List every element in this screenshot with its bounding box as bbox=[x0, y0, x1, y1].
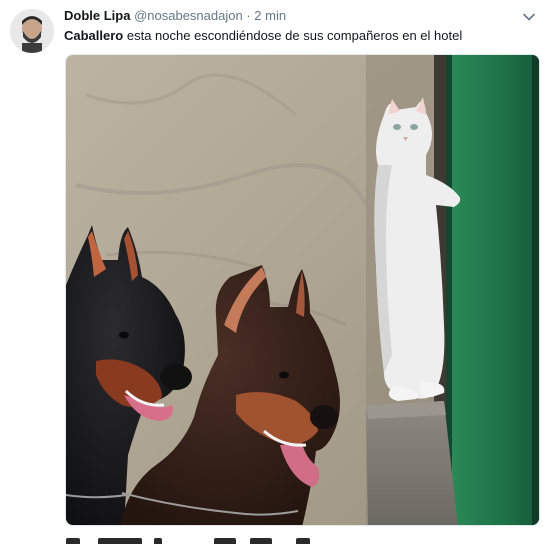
more-icon[interactable] bbox=[296, 538, 310, 544]
photo-cat-and-dobermans bbox=[66, 55, 539, 525]
display-name[interactable]: Doble Lipa bbox=[64, 8, 130, 23]
retweet-icon[interactable] bbox=[98, 538, 142, 544]
tweet-text-body: esta noche escondiéndose de sus compañer… bbox=[123, 28, 463, 43]
tweet-text: Caballero esta noche escondiéndose de su… bbox=[64, 28, 536, 44]
user-handle[interactable]: @nosabesnadajon bbox=[134, 8, 243, 23]
tweet-media-photo[interactable] bbox=[65, 54, 540, 526]
message-icon[interactable] bbox=[214, 538, 236, 544]
tweet-menu-button[interactable] bbox=[522, 10, 536, 24]
tweet-action-bar bbox=[64, 534, 540, 544]
tweet-text-bold: Caballero bbox=[64, 28, 124, 43]
tweet-card: Doble Lipa @nosabesnadajon · 2 min Cabal… bbox=[0, 0, 546, 544]
avatar[interactable] bbox=[10, 9, 54, 53]
chevron-down-icon bbox=[523, 13, 535, 21]
separator: · bbox=[246, 8, 251, 23]
timestamp[interactable]: 2 min bbox=[254, 8, 286, 23]
like-icon[interactable] bbox=[154, 538, 162, 544]
avatar-image bbox=[10, 9, 54, 53]
share-icon[interactable] bbox=[250, 538, 272, 544]
tweet-header: Doble Lipa @nosabesnadajon · 2 min bbox=[64, 8, 506, 24]
reply-icon[interactable] bbox=[66, 538, 80, 544]
